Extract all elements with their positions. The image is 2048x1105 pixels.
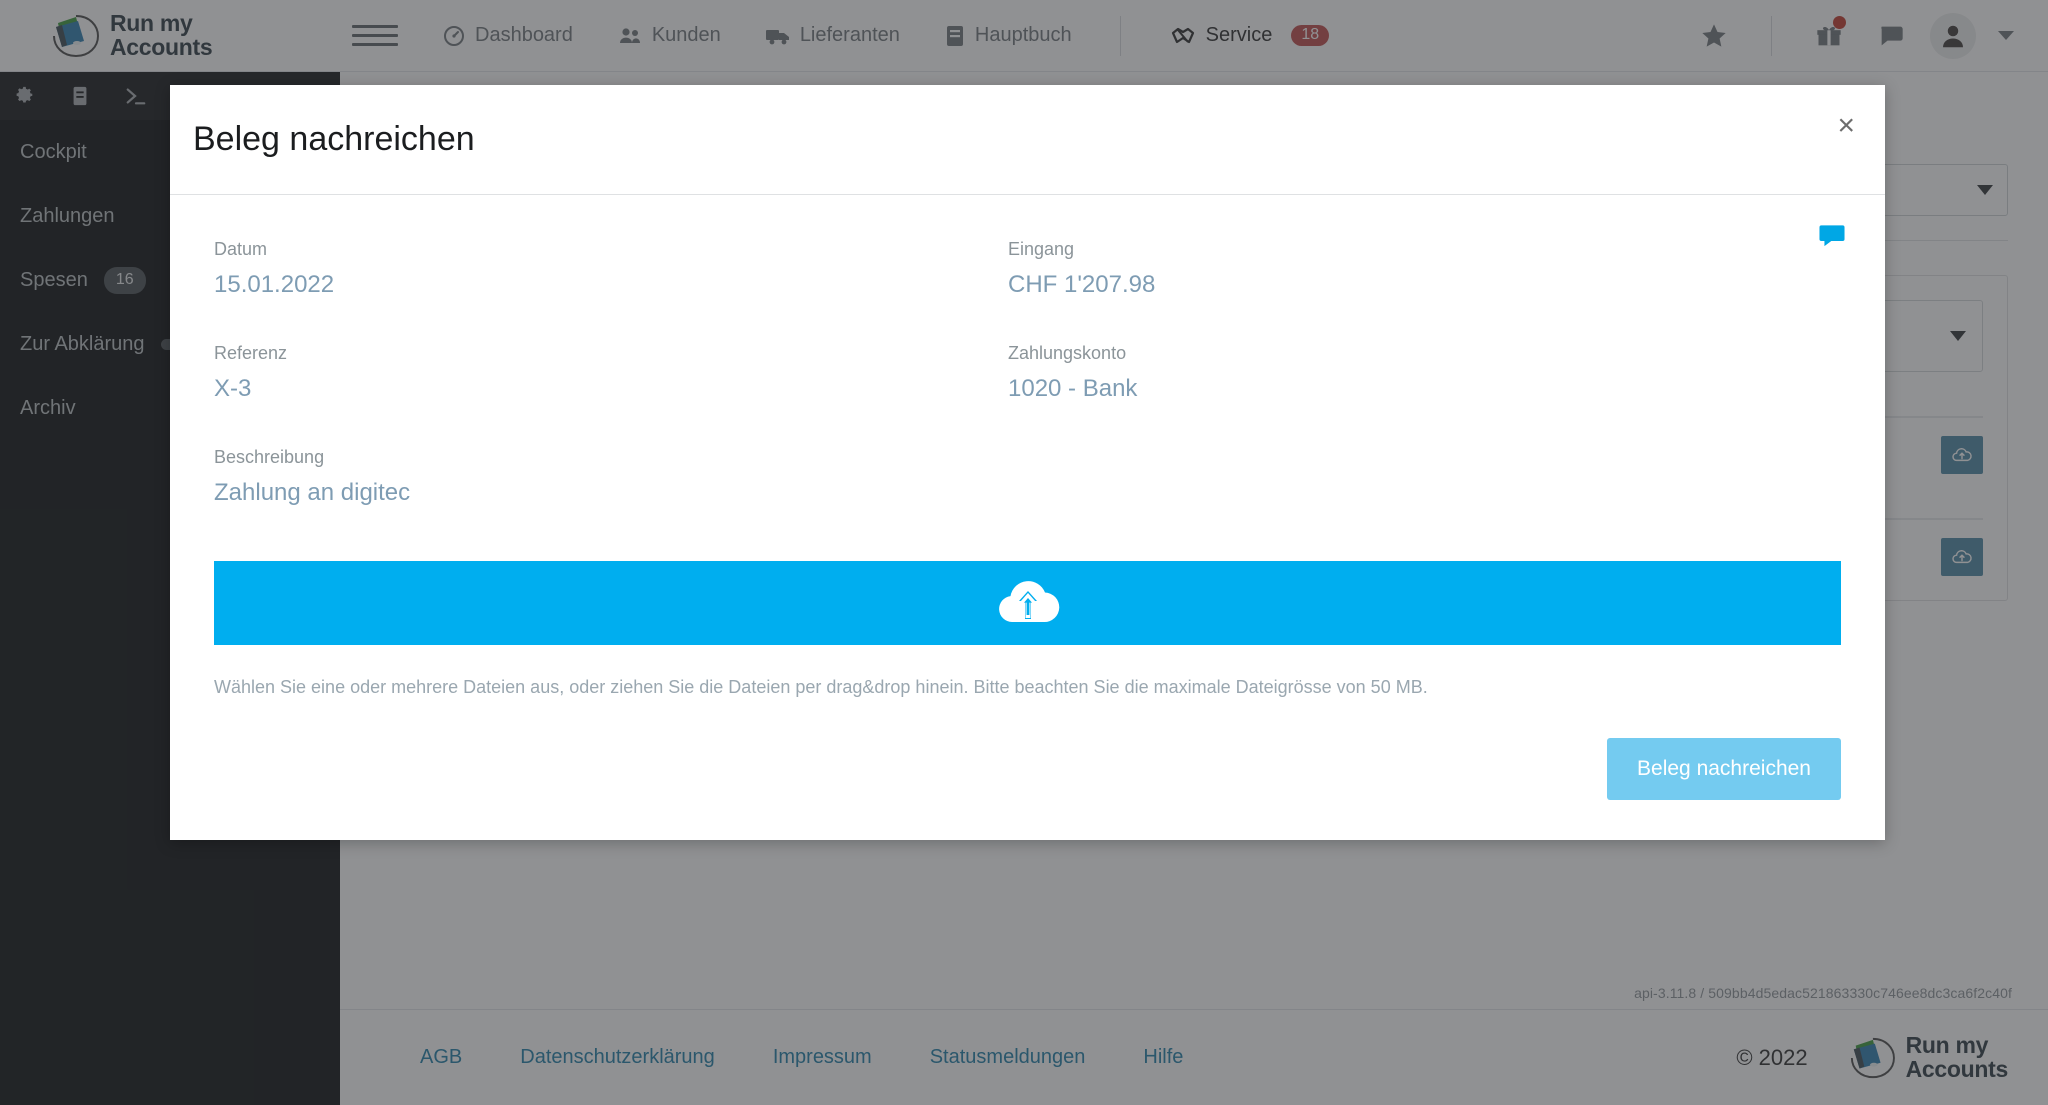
field-value: CHF 1'207.98 xyxy=(1008,271,1156,298)
field-value: 1020 - Bank xyxy=(1008,375,1138,402)
modal-body: Datum 15.01.2022 Referenz X-3 Beschreibu… xyxy=(170,195,1885,738)
close-icon[interactable]: × xyxy=(1837,111,1855,141)
cloud-upload-icon xyxy=(998,581,1059,623)
modal-footer: Beleg nachreichen xyxy=(170,738,1885,840)
field-value: 15.01.2022 xyxy=(214,271,335,298)
field-eingang: Eingang CHF 1'207.98 xyxy=(1008,239,1708,299)
field-referenz: Referenz X-3 xyxy=(214,343,998,403)
modal-title: Beleg nachreichen xyxy=(193,120,475,158)
field-beschreibung: Beschreibung Zahlung an digitec xyxy=(214,447,998,507)
modal-header: Beleg nachreichen × xyxy=(170,85,1885,195)
field-label: Zahlungskonto xyxy=(1008,343,1127,363)
submit-beleg-nachreichen-button[interactable]: Beleg nachreichen xyxy=(1607,738,1841,800)
comment-bubble-icon[interactable] xyxy=(1817,223,1847,254)
beleg-nachreichen-modal: Beleg nachreichen × Datum 15.01.2022 Ref… xyxy=(170,85,1885,840)
detail-column-left: Datum 15.01.2022 Referenz X-3 Beschreibu… xyxy=(214,239,1028,551)
field-datum: Datum 15.01.2022 xyxy=(214,239,998,299)
field-value: Zahlung an digitec xyxy=(214,479,411,506)
detail-column-right: Eingang CHF 1'207.98 Zahlungskonto 1020 … xyxy=(1008,239,1708,447)
app-root: Run my Accounts Dashboard xyxy=(0,0,2048,1105)
dropzone-hint-text: Wählen Sie eine oder mehrere Dateien aus… xyxy=(214,677,1428,697)
field-value: X-3 xyxy=(214,375,252,402)
file-dropzone[interactable] xyxy=(214,561,1841,645)
field-zahlungskonto: Zahlungskonto 1020 - Bank xyxy=(1008,343,1708,403)
field-label: Eingang xyxy=(1008,239,1075,259)
field-label: Referenz xyxy=(214,343,288,363)
detail-fields: Datum 15.01.2022 Referenz X-3 Beschreibu… xyxy=(214,239,1841,551)
field-label: Datum xyxy=(214,239,268,259)
field-label: Beschreibung xyxy=(214,447,325,467)
